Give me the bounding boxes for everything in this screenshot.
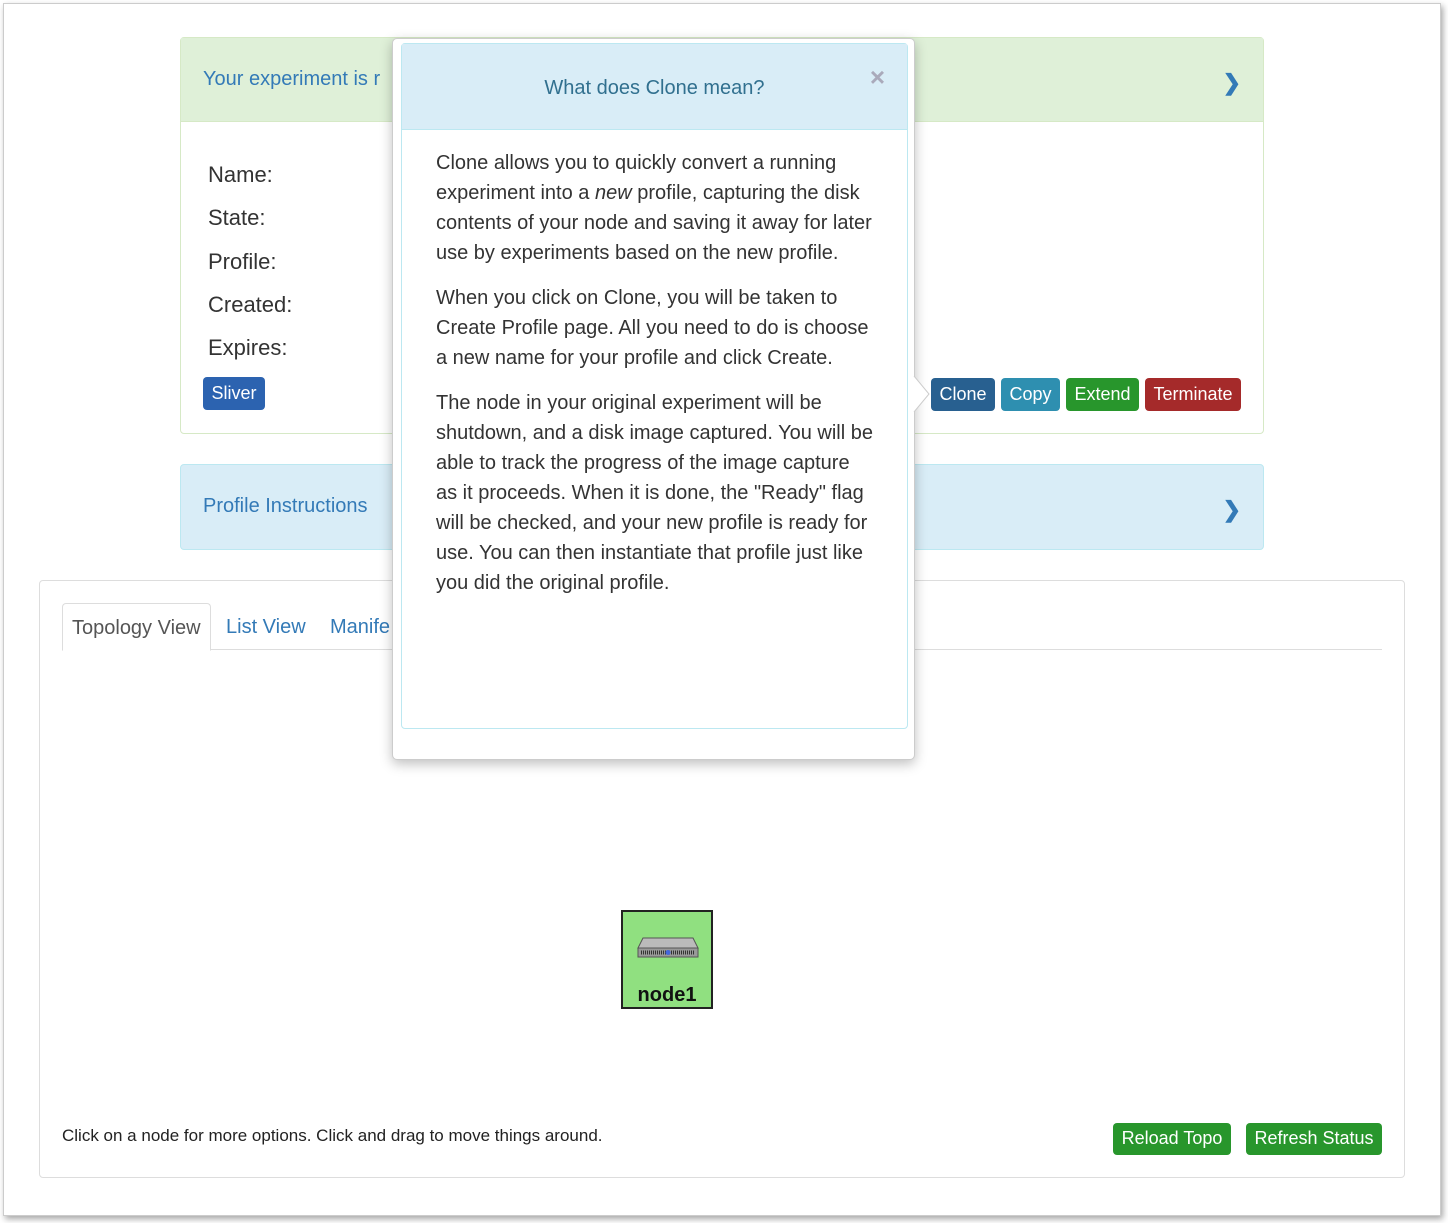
node-label: node1 bbox=[637, 984, 697, 1006]
refresh-status-button[interactable]: Refresh Status bbox=[1246, 1123, 1382, 1155]
chevron-right-icon[interactable]: ❯ bbox=[1223, 497, 1241, 523]
popover-title: What does Clone mean? bbox=[402, 44, 907, 130]
clone-button[interactable]: Clone bbox=[931, 378, 995, 411]
name-label: Name: bbox=[208, 162, 273, 187]
profile-label: Profile: bbox=[208, 249, 277, 274]
popover-paragraph-2: When you click on Clone, you will be tak… bbox=[436, 287, 869, 369]
terminate-button[interactable]: Terminate bbox=[1145, 378, 1241, 411]
popover-paragraph-1: Clone allows you to quickly convert a ru… bbox=[436, 148, 873, 268]
server-icon bbox=[637, 937, 699, 958]
emphasis: new bbox=[594, 182, 632, 204]
chevron-right-icon[interactable]: ❯ bbox=[1223, 70, 1241, 96]
clone-help-popover: What does Clone mean? × Clone allows you… bbox=[392, 38, 915, 760]
close-icon[interactable]: × bbox=[870, 62, 885, 93]
state-label: State: bbox=[208, 205, 266, 230]
copy-button[interactable]: Copy bbox=[1001, 378, 1060, 411]
popover-arrow bbox=[913, 376, 930, 412]
tab-manifest[interactable]: Manife bbox=[321, 603, 399, 650]
popover-paragraph-3: The node in your original experiment wil… bbox=[436, 392, 873, 594]
reload-topo-button[interactable]: Reload Topo bbox=[1113, 1123, 1231, 1155]
tab-list-view[interactable]: List View bbox=[217, 603, 315, 650]
sliver-button[interactable]: Sliver bbox=[203, 377, 265, 410]
extend-button[interactable]: Extend bbox=[1066, 378, 1139, 411]
topology-hint: Click on a node for more options. Click … bbox=[62, 1126, 603, 1145]
status-title: Your experiment is r bbox=[203, 68, 381, 90]
tab-topology-view[interactable]: Topology View bbox=[62, 603, 211, 651]
expires-label: Expires: bbox=[208, 335, 288, 360]
node-node1[interactable]: node1 bbox=[621, 910, 713, 1009]
instructions-title: Profile Instructions bbox=[203, 495, 368, 517]
created-label: Created: bbox=[208, 292, 293, 317]
